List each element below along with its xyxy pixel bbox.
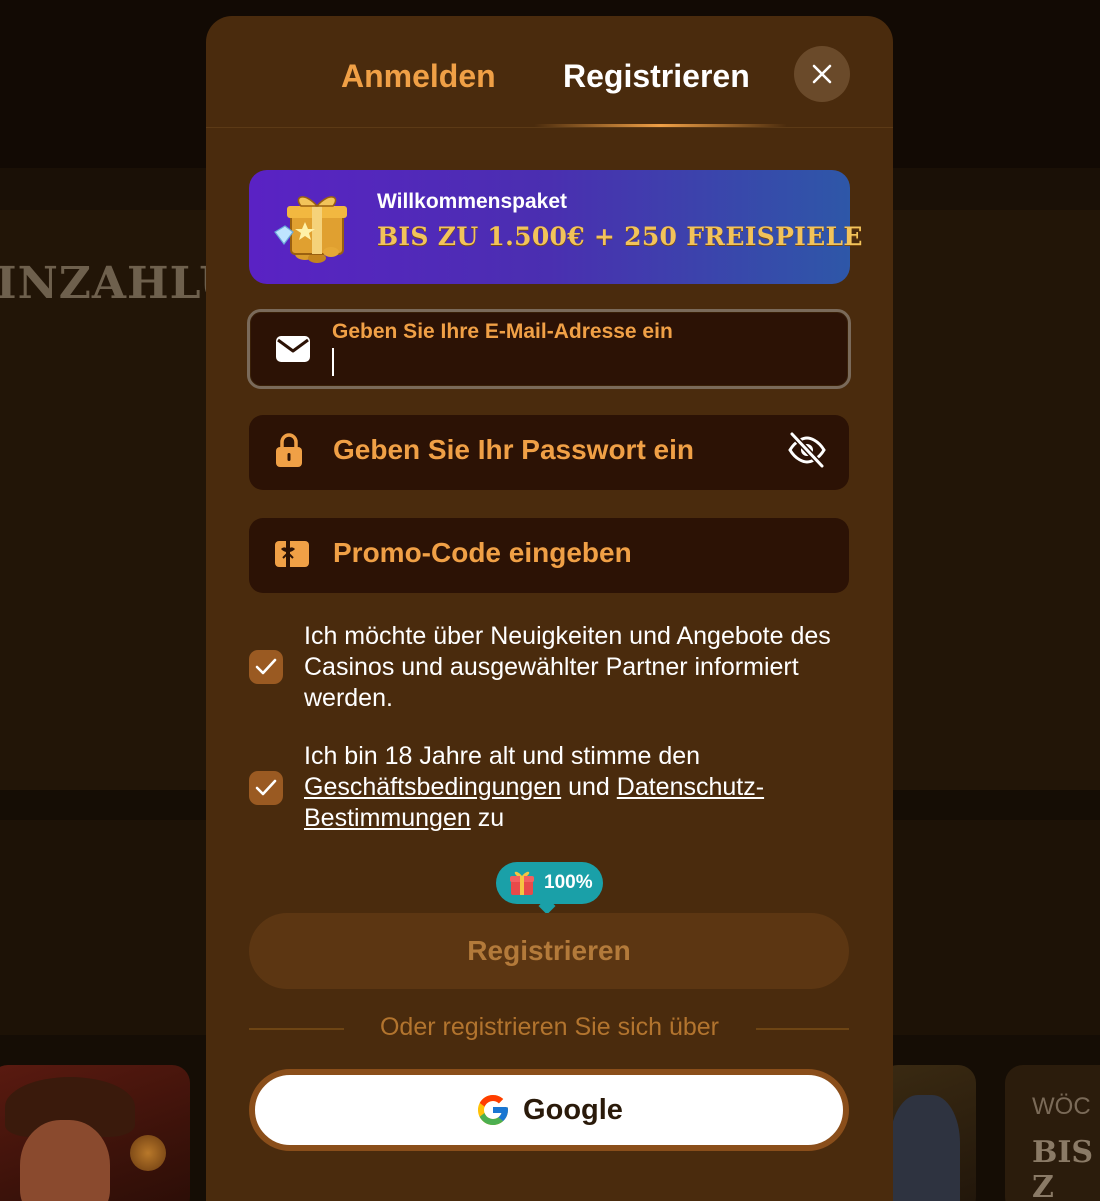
gift-icon bbox=[274, 196, 347, 263]
google-button-label: Google bbox=[523, 1093, 623, 1126]
bonus-badge-value: 100% bbox=[544, 872, 593, 893]
lock-icon bbox=[276, 433, 302, 467]
email-label: Geben Sie Ihre E-Mail-Adresse ein bbox=[332, 320, 673, 343]
checkmark-icon bbox=[255, 779, 277, 796]
background-game-card bbox=[0, 1065, 190, 1201]
newsletter-checkbox[interactable] bbox=[249, 650, 283, 684]
tabs-divider bbox=[206, 127, 893, 128]
password-input[interactable] bbox=[333, 434, 773, 466]
terms-checkbox[interactable] bbox=[249, 771, 283, 805]
terms-link[interactable]: Geschäftsbedingungen bbox=[304, 773, 561, 801]
background-game-card bbox=[880, 1065, 976, 1201]
eye-off-icon[interactable] bbox=[787, 431, 827, 469]
welcome-banner: Willkommenspaket BIS ZU 1.500€ + 250 FRE… bbox=[249, 170, 862, 284]
gift-icon bbox=[510, 871, 534, 895]
background-hero-text: INZAHLU bbox=[0, 258, 239, 309]
google-icon bbox=[478, 1095, 509, 1125]
divider-line bbox=[756, 1028, 849, 1030]
text-caret bbox=[332, 348, 334, 376]
ticket-icon bbox=[275, 541, 309, 567]
tab-register[interactable]: Registrieren bbox=[563, 58, 750, 95]
bonus-badge: 100% bbox=[496, 862, 603, 915]
terms-suffix: zu bbox=[477, 804, 505, 832]
background-promo-card: WÖC BIS Z bbox=[1005, 1065, 1100, 1201]
terms-and: und bbox=[568, 773, 610, 801]
background-card-subtitle: BIS Z bbox=[1032, 1135, 1094, 1201]
promo-code-input[interactable] bbox=[333, 537, 773, 569]
newsletter-consent-text: Ich möchte über Neuigkeiten und Angebote… bbox=[304, 622, 831, 712]
close-icon bbox=[812, 64, 832, 84]
registration-modal: Anmelden Registrieren Willkommenspaket B… bbox=[206, 16, 893, 1201]
checkmark-icon bbox=[255, 658, 277, 675]
envelope-icon bbox=[276, 336, 310, 362]
google-signup-button[interactable]: Google bbox=[249, 1069, 849, 1151]
terms-prefix: Ich bin 18 Jahre alt und stimme den bbox=[304, 742, 701, 770]
tab-login[interactable]: Anmelden bbox=[341, 58, 496, 95]
email-input[interactable] bbox=[336, 348, 816, 378]
banner-title: Willkommenspaket bbox=[377, 190, 568, 213]
register-button[interactable]: Registrieren bbox=[249, 913, 849, 989]
auth-tabs: Anmelden Registrieren bbox=[206, 16, 893, 129]
email-field[interactable]: Geben Sie Ihre E-Mail-Adresse ein bbox=[247, 309, 851, 389]
password-field[interactable] bbox=[249, 415, 849, 490]
banner-offer: BIS ZU 1.500€ + 250 FREISPIELE bbox=[377, 222, 863, 251]
close-button[interactable] bbox=[794, 46, 850, 102]
promo-code-field[interactable] bbox=[249, 518, 849, 593]
terms-consent-text: Ich bin 18 Jahre alt und stimme den Gesc… bbox=[304, 741, 864, 834]
background-card-title: WÖC bbox=[1032, 1093, 1091, 1120]
